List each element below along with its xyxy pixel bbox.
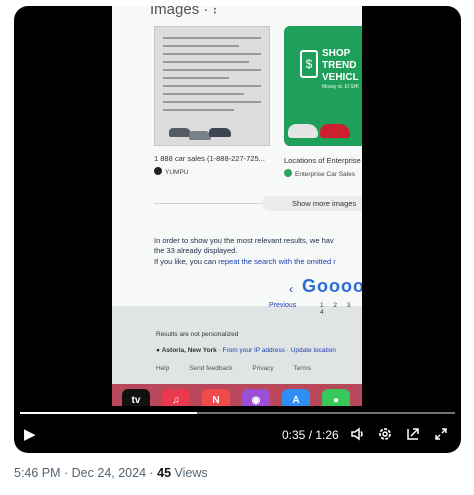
fullscreen-button[interactable]	[433, 426, 449, 447]
page-numbers: 1 2 3 4	[320, 302, 355, 316]
messages-icon: ●	[322, 389, 350, 406]
image-result-thumbnail: $ SHOP TREND VEHICL Mossy st. El SHI	[284, 26, 362, 146]
price-tag-icon: $	[300, 50, 318, 78]
location-text: Astoria, New York	[161, 347, 217, 354]
gear-icon	[379, 428, 391, 440]
ad-text: SHOP TREND VEHICL	[322, 48, 359, 83]
settings-button[interactable]	[377, 426, 393, 447]
post-metadata: 5:46 PM · Dec 24, 2024 · 45 Views	[14, 466, 208, 480]
image-result-thumbnail	[154, 26, 270, 146]
not-personalized-text: Results are not personalized	[156, 331, 239, 338]
footer-links: Help Send feedback Privacy Terms	[156, 365, 329, 372]
video-progress-bar[interactable]	[20, 412, 455, 414]
chevron-left-icon: ‹	[289, 282, 293, 296]
google-logo: Gooooo	[302, 276, 362, 296]
news-icon: N	[202, 389, 230, 406]
image-result-caption: Locations of Enterprise	[284, 156, 361, 165]
time-display: 0:35 / 1:26	[282, 428, 339, 442]
app-store-icon: A	[282, 389, 310, 406]
yumpu-icon	[154, 167, 162, 175]
footer-privacy: Privacy	[252, 365, 274, 372]
footer-help: Help	[156, 365, 170, 372]
views-count: 45	[157, 466, 172, 480]
show-more-images-button: Show more images	[262, 196, 362, 211]
omitted-results-text: In order to show you the most relevant r…	[154, 236, 334, 245]
post-timestamp[interactable]: 5:46 PM · Dec 24, 2024 ·	[14, 466, 157, 480]
images-heading: Images · ⁝	[150, 6, 218, 18]
image-result-source: YUMPU	[154, 167, 188, 176]
footer-terms: Terms	[293, 365, 312, 372]
image-result-source: Enterprise Car Sales	[284, 169, 355, 178]
footer-send-feedback: Send feedback	[189, 365, 233, 372]
enterprise-icon	[284, 169, 292, 177]
macos-dock: tv ♫ N ◉ A ●	[112, 384, 362, 406]
update-location-link: Update location	[290, 347, 336, 354]
car-icon	[288, 124, 318, 138]
views-label: Views	[171, 466, 208, 480]
video-progress-fill	[20, 412, 198, 414]
omitted-results-text: the 33 already displayed.	[154, 246, 238, 255]
omitted-results-text: If you like, you can repeat the search w…	[154, 257, 336, 266]
image-result-caption: 1 888 car sales (1-888-227-725...	[154, 154, 265, 163]
ad-subtext: Mossy st. El SHI	[322, 84, 359, 90]
car-icon	[320, 124, 350, 138]
fullscreen-icon	[435, 428, 447, 440]
apple-tv-icon: tv	[122, 389, 150, 406]
pip-button[interactable]	[405, 426, 421, 447]
ip-address-link: From your IP address	[222, 347, 285, 354]
repeat-search-link: repeat the search with the omitted r	[218, 257, 336, 266]
podcasts-icon: ◉	[242, 389, 270, 406]
volume-icon	[351, 427, 363, 441]
music-icon: ♫	[162, 389, 190, 406]
video-player[interactable]: Images · ⁝ 1 888 car sales (1-888-227-72…	[14, 6, 461, 453]
previous-link: Previous	[269, 302, 297, 309]
picture-in-picture-icon	[407, 428, 419, 440]
volume-button[interactable]	[350, 426, 366, 447]
video-frame: Images · ⁝ 1 888 car sales (1-888-227-72…	[112, 6, 362, 406]
location-line: ● Astoria, New York · From your IP addre…	[156, 347, 336, 354]
play-button[interactable]: ▶	[24, 426, 36, 444]
